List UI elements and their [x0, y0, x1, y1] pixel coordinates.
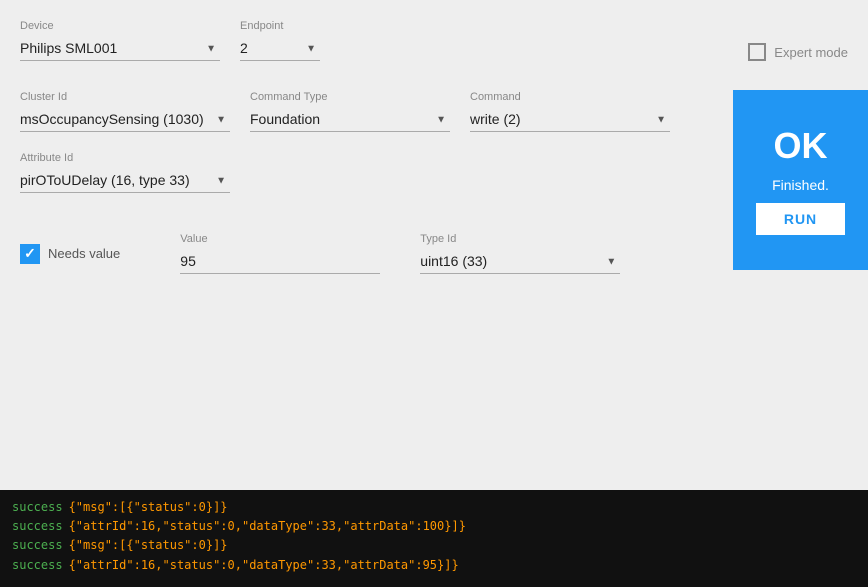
console-status-4: success [12, 556, 63, 575]
device-select-wrapper[interactable]: Philips SML001 [20, 36, 220, 61]
endpoint-label: Endpoint [240, 20, 320, 32]
device-label: Device [20, 20, 220, 32]
device-group: Device Philips SML001 [20, 20, 220, 61]
device-select[interactable]: Philips SML001 [20, 36, 220, 61]
needs-value-label: Needs value [48, 246, 120, 261]
checkmark-icon: ✓ [24, 245, 36, 262]
command-select[interactable]: write (2) [470, 107, 670, 132]
row-cluster-command: Cluster Id msOccupancySensing (1030) Com… [20, 91, 848, 132]
command-group: Command write (2) [470, 91, 670, 132]
command-type-select[interactable]: Foundation [250, 107, 450, 132]
expert-mode-label: Expert mode [774, 45, 848, 60]
expert-mode-checkbox[interactable] [748, 43, 766, 61]
main-panel: Device Philips SML001 Endpoint 2 Expert … [0, 0, 868, 490]
command-select-wrapper[interactable]: write (2) [470, 107, 670, 132]
ok-finished: Finished. [772, 177, 829, 193]
cluster-id-select[interactable]: msOccupancySensing (1030) [20, 107, 230, 132]
console-json-1: {"msg":[{"status":0}]} [69, 498, 228, 517]
row-attribute: Attribute Id pirOToUDelay (16, type 33) [20, 152, 848, 193]
command-label: Command [470, 91, 670, 103]
endpoint-select-wrapper[interactable]: 2 [240, 36, 320, 61]
command-type-group: Command Type Foundation [250, 91, 450, 132]
needs-value-group: ✓ Needs value [20, 244, 120, 264]
attribute-id-select-wrapper[interactable]: pirOToUDelay (16, type 33) [20, 168, 230, 193]
type-id-select[interactable]: uint16 (33) [420, 249, 620, 274]
console-line-2: success {"attrId":16,"status":0,"dataTyp… [12, 517, 856, 536]
attribute-id-label: Attribute Id [20, 152, 230, 164]
console-json-3: {"msg":[{"status":0}]} [69, 536, 228, 555]
command-type-label: Command Type [250, 91, 450, 103]
endpoint-select[interactable]: 2 [240, 36, 320, 61]
cluster-id-select-wrapper[interactable]: msOccupancySensing (1030) [20, 107, 230, 132]
row-value-typeid: ✓ Needs value Value Type Id uint16 (33) [20, 233, 848, 274]
type-id-select-wrapper[interactable]: uint16 (33) [420, 249, 620, 274]
value-input[interactable] [180, 249, 380, 274]
console-json-4: {"attrId":16,"status":0,"dataType":33,"a… [69, 556, 459, 575]
expert-mode-group: Expert mode [748, 43, 848, 61]
type-id-label: Type Id [420, 233, 620, 245]
ok-panel: OK Finished. RUN [733, 90, 868, 270]
command-type-select-wrapper[interactable]: Foundation [250, 107, 450, 132]
console-status-1: success [12, 498, 63, 517]
console-line-1: success {"msg":[{"status":0}]} [12, 498, 856, 517]
console-status-2: success [12, 517, 63, 536]
console-json-2: {"attrId":16,"status":0,"dataType":33,"a… [69, 517, 466, 536]
needs-value-checkbox[interactable]: ✓ [20, 244, 40, 264]
cluster-id-label: Cluster Id [20, 91, 230, 103]
cluster-id-group: Cluster Id msOccupancySensing (1030) [20, 91, 230, 132]
value-group: Value [180, 233, 380, 274]
attribute-id-select[interactable]: pirOToUDelay (16, type 33) [20, 168, 230, 193]
endpoint-group: Endpoint 2 [240, 20, 320, 61]
ok-title: OK [774, 125, 828, 167]
run-button[interactable]: RUN [756, 203, 845, 235]
console-line-4: success {"attrId":16,"status":0,"dataTyp… [12, 556, 856, 575]
console-line-3: success {"msg":[{"status":0}]} [12, 536, 856, 555]
console-status-3: success [12, 536, 63, 555]
attribute-id-group: Attribute Id pirOToUDelay (16, type 33) [20, 152, 230, 193]
type-id-group: Type Id uint16 (33) [420, 233, 620, 274]
row-device-endpoint: Device Philips SML001 Endpoint 2 Expert … [20, 20, 848, 61]
value-label: Value [180, 233, 380, 245]
console: success {"msg":[{"status":0}]} success {… [0, 490, 868, 587]
